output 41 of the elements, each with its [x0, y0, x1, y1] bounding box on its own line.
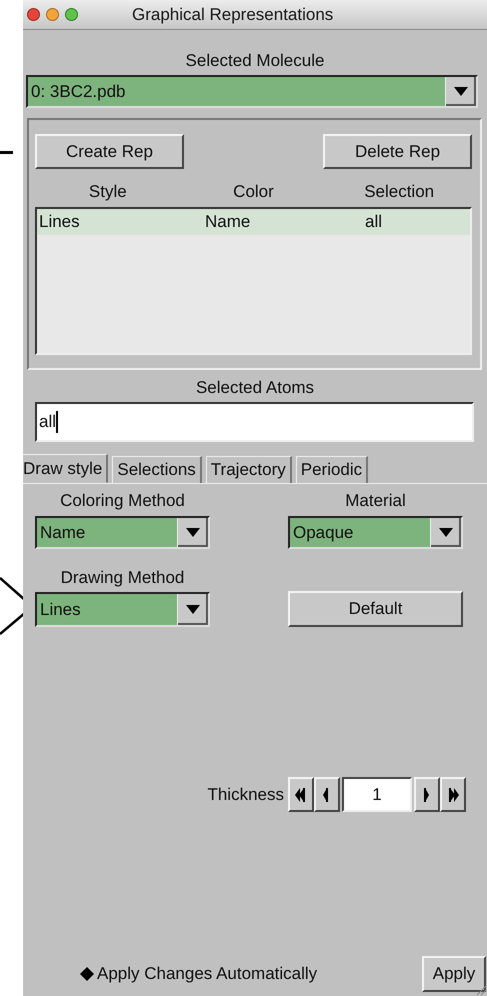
- field-label: Material: [344, 491, 407, 511]
- rep-button[interactable]: Create Rep: [35, 134, 184, 169]
- dropdown[interactable]: Name: [35, 516, 210, 549]
- window-title: Graphical Representations: [132, 4, 334, 24]
- step-button[interactable]: [288, 777, 314, 812]
- apply-button[interactable]: Apply: [422, 956, 486, 992]
- leader-line: [0, 577, 26, 602]
- step-button[interactable]: [440, 777, 466, 812]
- dropdown[interactable]: 0: 3BC2.pdb: [26, 75, 478, 108]
- dropdown-arrow-icon: [186, 528, 200, 537]
- tab[interactable]: Periodic: [296, 456, 368, 483]
- dropdown[interactable]: Opaque: [288, 516, 463, 549]
- dropdown-arrow-icon: [439, 528, 453, 537]
- tab[interactable]: Trajectory: [206, 456, 292, 483]
- column-header: Color: [232, 182, 275, 202]
- minimize-icon[interactable]: [46, 8, 59, 21]
- tab[interactable]: Selections: [112, 456, 202, 483]
- column-header: Selection: [363, 182, 436, 202]
- column-header: Style: [88, 182, 128, 202]
- dropdown-arrow-icon: [186, 605, 200, 614]
- zoom-icon[interactable]: [65, 8, 78, 21]
- field-label: Selected Atoms: [194, 378, 316, 398]
- field-label: Selected Molecule: [184, 51, 326, 71]
- dropdown[interactable]: Lines: [35, 592, 210, 627]
- close-icon[interactable]: [27, 8, 40, 21]
- dropdown-arrow-icon: [454, 87, 468, 96]
- tab[interactable]: Draw style: [23, 454, 108, 483]
- double-left-arrow-icon: [294, 786, 308, 802]
- step-button[interactable]: [314, 777, 340, 812]
- double-right-arrow-icon: [446, 786, 460, 802]
- checkbox-diamond-icon[interactable]: [80, 967, 94, 981]
- rep-row[interactable]: Lines Name all: [37, 209, 470, 235]
- rep-button[interactable]: Delete Rep: [323, 134, 472, 169]
- default-button[interactable]: Default: [288, 591, 463, 627]
- field-label: Drawing Method: [60, 568, 186, 588]
- checkbox-label: Apply Changes Automatically: [97, 964, 318, 984]
- step-button[interactable]: [414, 777, 440, 812]
- input-field[interactable]: 1: [342, 777, 412, 812]
- input-field[interactable]: all: [35, 402, 474, 442]
- field-label: Thickness: [207, 784, 284, 806]
- field-label: Coloring Method: [59, 491, 186, 511]
